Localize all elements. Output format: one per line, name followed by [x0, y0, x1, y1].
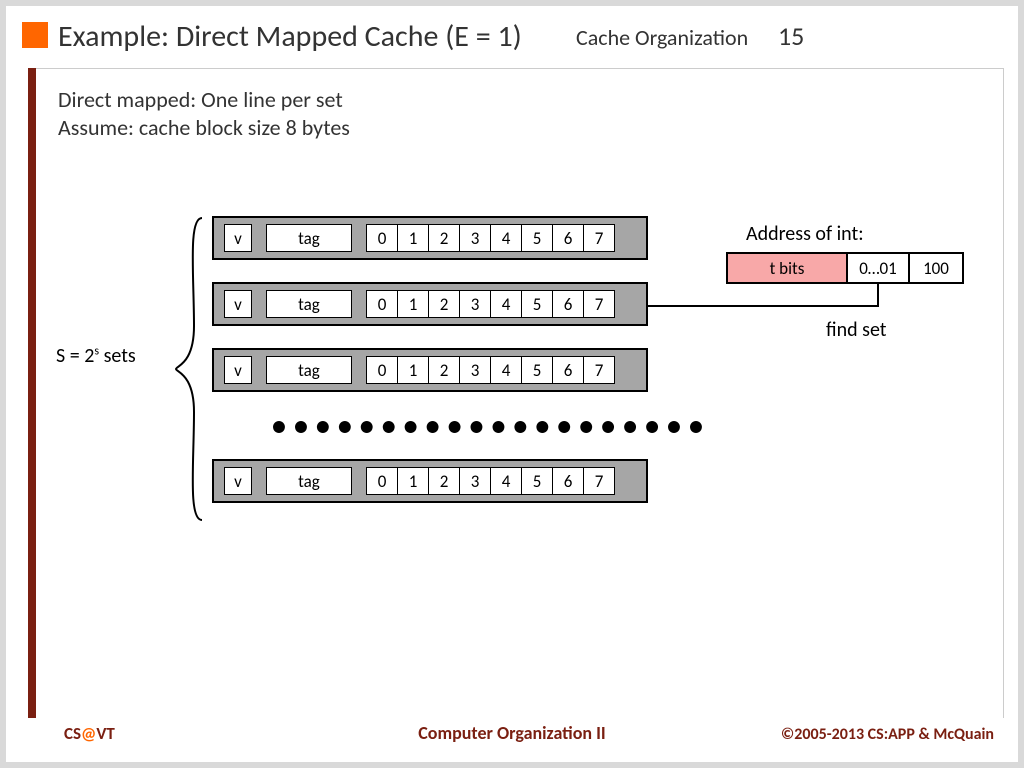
slide-number: 15 — [778, 20, 804, 52]
byte-cell: 1 — [397, 467, 429, 495]
tag-cell: tag — [266, 467, 352, 495]
byte-cell: 5 — [521, 356, 553, 384]
valid-bit-cell: v — [224, 224, 252, 252]
cache-set-row: v tag 0 1 2 3 4 5 6 7 — [212, 282, 648, 326]
byte-cell: 2 — [428, 467, 460, 495]
byte-cell: 3 — [459, 356, 491, 384]
valid-bit-cell: v — [224, 467, 252, 495]
sets-label: S = 2s sets — [56, 344, 136, 368]
byte-cell: 5 — [521, 467, 553, 495]
block-bytes: 0 1 2 3 4 5 6 7 — [366, 467, 615, 495]
slide-title: Example: Direct Mapped Cache (E = 1) — [58, 18, 522, 55]
subtitle-line-1: Direct mapped: One line per set — [58, 86, 343, 113]
byte-cell: 5 — [521, 290, 553, 318]
byte-cell: 1 — [397, 290, 429, 318]
byte-cell: 6 — [552, 224, 584, 252]
cache-set-row: v tag 0 1 2 3 4 5 6 7 — [212, 459, 648, 503]
byte-cell: 0 — [366, 290, 398, 318]
byte-cell: 6 — [552, 467, 584, 495]
subtitle-line-2: Assume: cache block size 8 bytes — [58, 114, 350, 141]
byte-cell: 1 — [397, 224, 429, 252]
byte-cell: 2 — [428, 356, 460, 384]
byte-cell: 3 — [459, 224, 491, 252]
cache-set-row: v tag 0 1 2 3 4 5 6 7 — [212, 348, 648, 392]
curly-brace-icon — [174, 216, 204, 522]
set-bits-field: 0…01 — [848, 254, 910, 282]
block-bytes: 0 1 2 3 4 5 6 7 — [366, 356, 615, 384]
address-label: Address of int: — [746, 222, 864, 246]
accent-square — [22, 22, 48, 48]
byte-cell: 7 — [583, 467, 615, 495]
byte-cell: 6 — [552, 290, 584, 318]
tag-cell: tag — [266, 224, 352, 252]
find-set-label: find set — [826, 318, 887, 342]
block-bytes: 0 1 2 3 4 5 6 7 — [366, 224, 615, 252]
byte-cell: 4 — [490, 290, 522, 318]
byte-cell: 1 — [397, 356, 429, 384]
byte-cell: 7 — [583, 224, 615, 252]
ellipsis-dots: •••••••••••••••••••• — [272, 408, 711, 443]
tag-cell: tag — [266, 290, 352, 318]
tag-bits-field: t bits — [728, 254, 848, 282]
cache-set-row: v tag 0 1 2 3 4 5 6 7 — [212, 216, 648, 260]
byte-cell: 7 — [583, 290, 615, 318]
byte-cell: 4 — [490, 356, 522, 384]
byte-cell: 3 — [459, 467, 491, 495]
byte-cell: 2 — [428, 224, 460, 252]
byte-cell: 3 — [459, 290, 491, 318]
cache-sets-group: v tag 0 1 2 3 4 5 6 7 v tag 0 1 2 3 4 — [212, 216, 711, 525]
byte-cell: 5 — [521, 224, 553, 252]
tag-cell: tag — [266, 356, 352, 384]
valid-bit-cell: v — [224, 356, 252, 384]
block-bytes: 0 1 2 3 4 5 6 7 — [366, 290, 615, 318]
valid-bit-cell: v — [224, 290, 252, 318]
slide-topic: Cache Organization — [576, 24, 748, 51]
side-accent-bar — [28, 68, 36, 718]
footer-copyright: ©2005-2013 CS:APP & McQuain — [781, 725, 994, 744]
byte-cell: 0 — [366, 224, 398, 252]
byte-cell: 0 — [366, 356, 398, 384]
byte-cell: 4 — [490, 467, 522, 495]
byte-cell: 7 — [583, 356, 615, 384]
address-bits-box: t bits 0…01 100 — [726, 252, 964, 284]
byte-cell: 6 — [552, 356, 584, 384]
byte-cell: 0 — [366, 467, 398, 495]
byte-cell: 2 — [428, 290, 460, 318]
block-bits-field: 100 — [910, 254, 962, 282]
byte-cell: 4 — [490, 224, 522, 252]
